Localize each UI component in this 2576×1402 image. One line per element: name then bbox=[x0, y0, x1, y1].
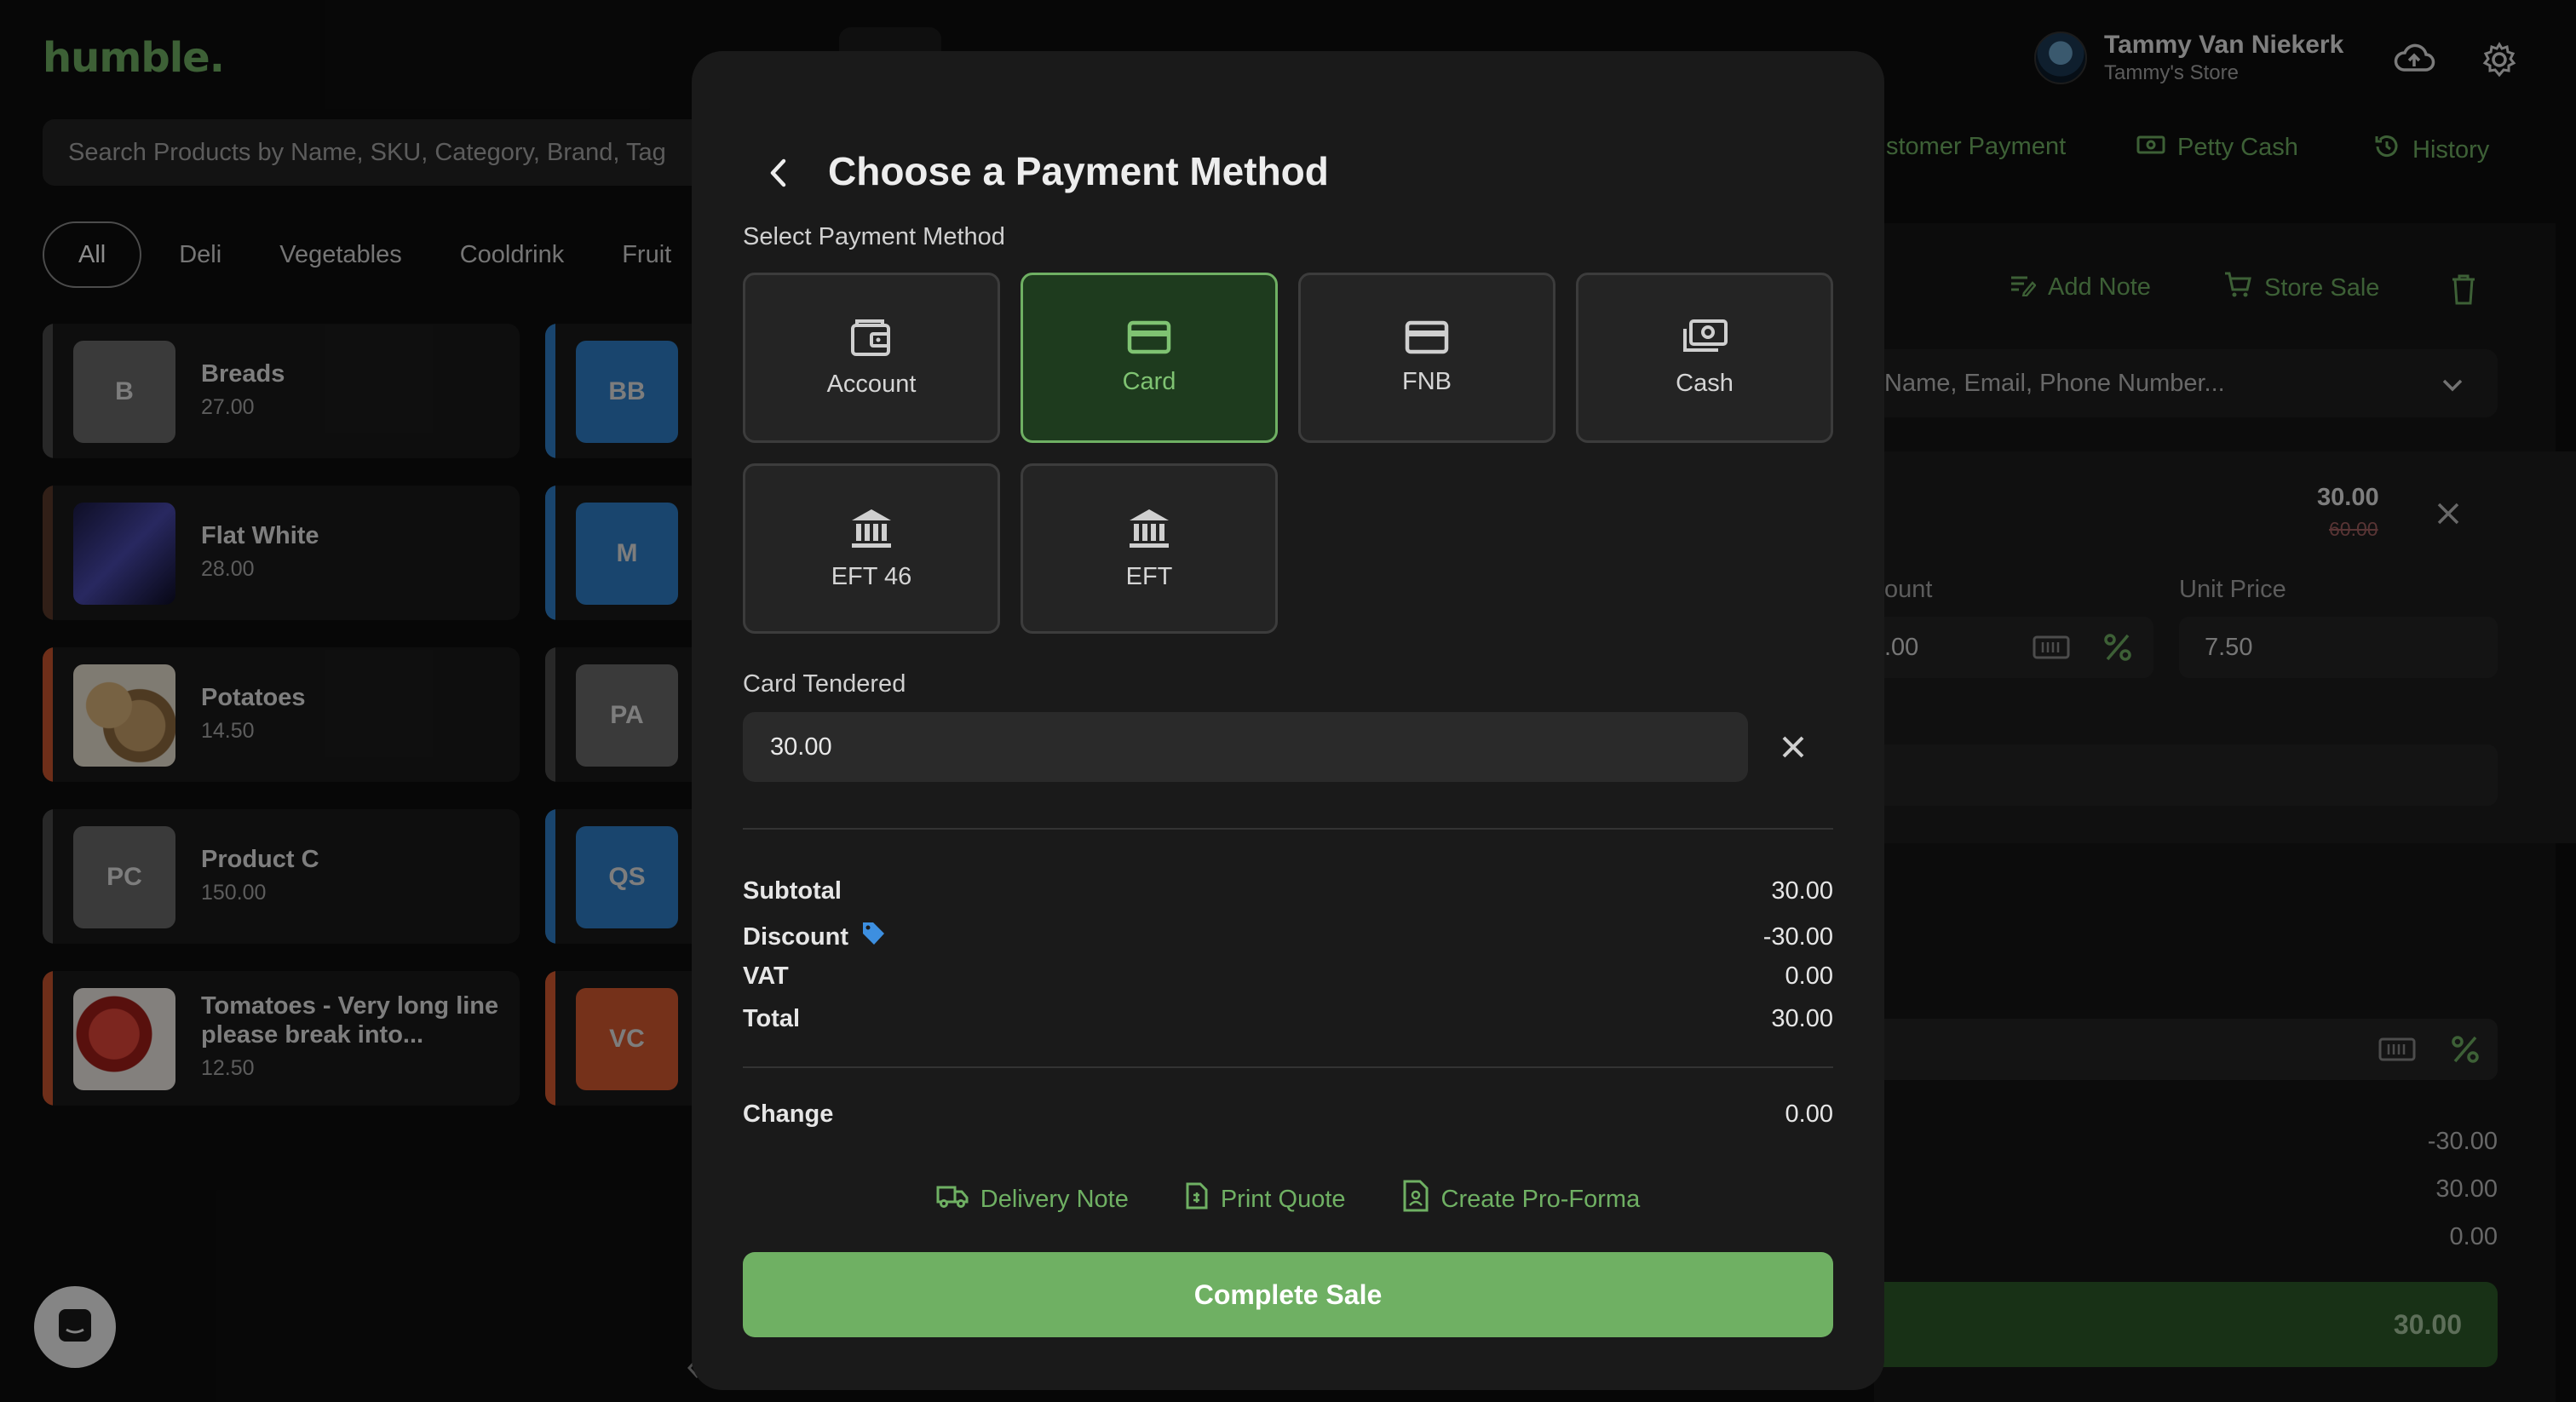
delivery-note-label: Delivery Note bbox=[980, 1185, 1129, 1213]
change-label: Change bbox=[743, 1100, 834, 1128]
document-links: Delivery Note Print Quote Create Pro-For… bbox=[692, 1179, 1884, 1220]
payment-method-account[interactable]: Account bbox=[743, 273, 1000, 443]
divider bbox=[743, 1066, 1833, 1068]
tendered-label: Card Tendered bbox=[743, 670, 906, 698]
create-pro-forma-link[interactable]: Create Pro-Forma bbox=[1402, 1179, 1641, 1220]
tendered-amount-value: 30.00 bbox=[770, 733, 832, 761]
subtotal-row: Subtotal 30.00 bbox=[743, 877, 1833, 905]
wallet-icon bbox=[850, 318, 893, 357]
complete-sale-button[interactable]: Complete Sale bbox=[743, 1252, 1833, 1337]
bank-icon bbox=[1127, 507, 1171, 549]
card-icon bbox=[1127, 320, 1171, 354]
payment-method-label: FNB bbox=[1402, 367, 1452, 395]
discount-row: Discount -30.00 bbox=[743, 920, 1833, 954]
change-value: 0.00 bbox=[1785, 1100, 1833, 1128]
close-icon bbox=[1782, 736, 1804, 758]
pro-forma-label: Create Pro-Forma bbox=[1440, 1185, 1641, 1213]
total-label: Total bbox=[743, 1005, 801, 1032]
clear-tendered-button[interactable] bbox=[1772, 726, 1814, 768]
back-button[interactable] bbox=[756, 152, 799, 194]
payment-method-eft[interactable]: EFT bbox=[1021, 463, 1278, 634]
vat-value: 0.00 bbox=[1785, 962, 1833, 990]
delivery-note-link[interactable]: Delivery Note bbox=[936, 1179, 1129, 1220]
truck-icon bbox=[936, 1183, 969, 1215]
modal-title: Choose a Payment Method bbox=[828, 149, 1329, 193]
pro-forma-document-icon bbox=[1402, 1179, 1429, 1220]
discount-label: Discount bbox=[743, 922, 849, 951]
change-row: Change 0.00 bbox=[743, 1100, 1833, 1129]
payment-method-fnb[interactable]: FNB bbox=[1298, 273, 1555, 443]
subtotal-label: Subtotal bbox=[743, 877, 842, 905]
payment-method-label: Cash bbox=[1676, 369, 1734, 397]
vat-label: VAT bbox=[743, 962, 789, 990]
quote-document-icon bbox=[1185, 1181, 1209, 1217]
select-payment-label: Select Payment Method bbox=[743, 223, 1005, 250]
vat-row: VAT 0.00 bbox=[743, 962, 1833, 991]
payment-method-grid: Account Card FNB Cash EFT 46 EFT bbox=[743, 273, 1833, 634]
card-icon bbox=[1405, 320, 1449, 354]
payment-method-label: Account bbox=[826, 370, 917, 398]
total-value: 30.00 bbox=[1771, 1005, 1833, 1032]
payment-method-label: EFT 46 bbox=[831, 562, 912, 590]
total-row: Total 30.00 bbox=[743, 1005, 1833, 1033]
payment-method-label: Card bbox=[1122, 367, 1176, 395]
payment-method-modal: Choose a Payment Method Select Payment M… bbox=[692, 51, 1884, 1390]
cash-icon bbox=[1681, 319, 1728, 356]
payment-method-label: EFT bbox=[1125, 562, 1173, 590]
bank-icon bbox=[849, 507, 894, 549]
payment-method-eft-46[interactable]: EFT 46 bbox=[743, 463, 1000, 634]
payment-method-card[interactable]: Card bbox=[1021, 273, 1278, 443]
print-quote-link[interactable]: Print Quote bbox=[1185, 1179, 1346, 1220]
tag-icon bbox=[860, 920, 886, 954]
payment-method-cash[interactable]: Cash bbox=[1576, 273, 1833, 443]
complete-sale-label: Complete Sale bbox=[1193, 1278, 1383, 1310]
print-quote-label: Print Quote bbox=[1220, 1185, 1346, 1213]
chevron-left-icon bbox=[770, 158, 786, 187]
tendered-amount-input[interactable]: 30.00 bbox=[743, 712, 1748, 782]
subtotal-value: 30.00 bbox=[1771, 877, 1833, 905]
discount-value: -30.00 bbox=[1762, 922, 1833, 951]
divider bbox=[743, 828, 1833, 830]
